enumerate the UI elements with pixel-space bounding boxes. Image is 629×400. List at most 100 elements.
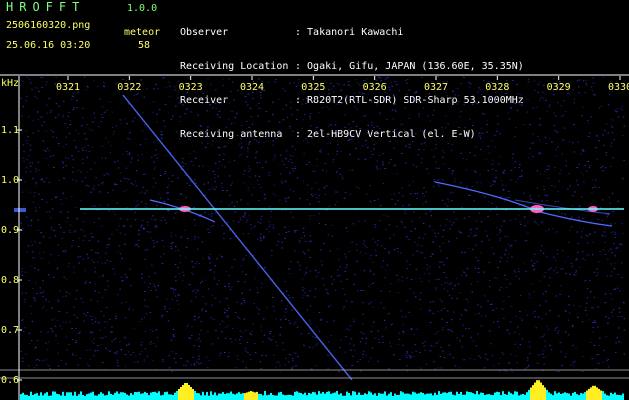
noise-speck <box>152 342 155 344</box>
noise-speck <box>77 246 80 247</box>
strip-bar <box>96 395 98 400</box>
strip-bar <box>360 394 362 400</box>
noise-speck <box>610 293 612 295</box>
noise-speck <box>464 251 466 253</box>
noise-speck <box>331 235 333 237</box>
noise-speck <box>48 341 50 343</box>
strip-bar <box>124 393 126 400</box>
noise-speck <box>379 128 381 130</box>
noise-speck <box>213 319 215 320</box>
noise-speck <box>40 179 43 181</box>
noise-speck <box>539 151 541 153</box>
noise-speck <box>304 292 306 294</box>
noise-speck <box>65 278 68 280</box>
noise-speck <box>116 351 118 353</box>
noise-speck <box>532 265 535 267</box>
noise-speck <box>620 341 622 343</box>
noise-speck <box>607 358 609 360</box>
noise-speck <box>503 300 505 302</box>
noise-speck <box>339 173 341 175</box>
noise-speck <box>397 344 400 346</box>
noise-speck <box>459 292 462 294</box>
strip-bar <box>286 395 288 400</box>
noise-speck <box>529 353 531 355</box>
noise-speck <box>216 283 219 285</box>
noise-speck <box>338 84 341 86</box>
noise-speck <box>260 94 262 96</box>
noise-speck <box>299 240 301 242</box>
noise-speck <box>592 187 594 189</box>
noise-speck <box>412 254 414 256</box>
noise-speck <box>595 367 598 369</box>
noise-speck <box>292 296 294 298</box>
noise-speck <box>278 121 281 123</box>
noise-speck <box>449 353 451 355</box>
noise-speck <box>83 313 85 315</box>
noise-speck <box>588 165 591 167</box>
noise-speck <box>531 143 533 145</box>
strip-bar <box>194 391 196 400</box>
noise-speck <box>342 308 344 310</box>
noise-speck <box>538 153 540 155</box>
noise-speck <box>417 154 419 156</box>
strip-bar <box>254 392 256 400</box>
noise-speck <box>391 323 394 324</box>
noise-speck <box>198 345 200 347</box>
noise-speck <box>469 232 472 234</box>
noise-speck <box>567 188 569 190</box>
noise-speck <box>480 148 482 150</box>
noise-speck <box>480 306 482 308</box>
noise-speck <box>144 330 147 332</box>
strip-bar <box>576 394 578 400</box>
noise-speck <box>351 301 353 303</box>
strip-bar <box>402 392 404 400</box>
strip-bar <box>68 392 70 400</box>
noise-speck <box>529 124 531 126</box>
noise-speck <box>524 217 526 219</box>
noise-speck <box>416 92 418 94</box>
noise-speck <box>263 194 266 196</box>
noise-speck <box>65 165 68 167</box>
noise-speck <box>170 235 172 237</box>
noise-speck <box>460 182 462 184</box>
noise-speck <box>529 346 531 348</box>
strip-bar <box>572 392 574 400</box>
noise-speck <box>216 258 218 260</box>
noise-speck <box>499 232 501 234</box>
noise-speck <box>330 124 333 126</box>
noise-speck <box>546 195 548 197</box>
noise-speck <box>160 206 162 208</box>
noise-speck <box>239 155 241 157</box>
noise-speck <box>132 183 134 185</box>
noise-speck <box>77 364 79 366</box>
noise-speck <box>114 161 116 163</box>
noise-speck <box>258 308 260 310</box>
strip-bar <box>144 391 146 400</box>
noise-speck <box>513 102 516 104</box>
noise-speck <box>383 214 385 216</box>
noise-speck <box>305 103 307 105</box>
noise-speck <box>268 174 271 176</box>
noise-speck <box>555 267 558 269</box>
noise-speck <box>73 271 75 273</box>
noise-speck <box>408 239 411 240</box>
noise-speck <box>84 282 86 284</box>
noise-speck <box>76 107 78 109</box>
noise-speck <box>69 224 72 226</box>
noise-speck <box>103 315 105 317</box>
noise-speck <box>404 213 407 214</box>
strip-bar <box>356 394 358 400</box>
strip-bar <box>426 393 428 400</box>
noise-speck <box>302 180 305 182</box>
noise-speck <box>58 224 61 226</box>
noise-speck <box>496 214 498 216</box>
noise-speck <box>614 288 617 290</box>
noise-speck <box>192 290 194 292</box>
noise-speck <box>213 278 216 280</box>
noise-speck <box>106 280 109 282</box>
noise-speck <box>186 326 188 328</box>
noise-speck <box>581 371 584 372</box>
noise-speck <box>39 292 42 294</box>
noise-speck <box>537 83 540 85</box>
noise-speck <box>490 343 492 345</box>
